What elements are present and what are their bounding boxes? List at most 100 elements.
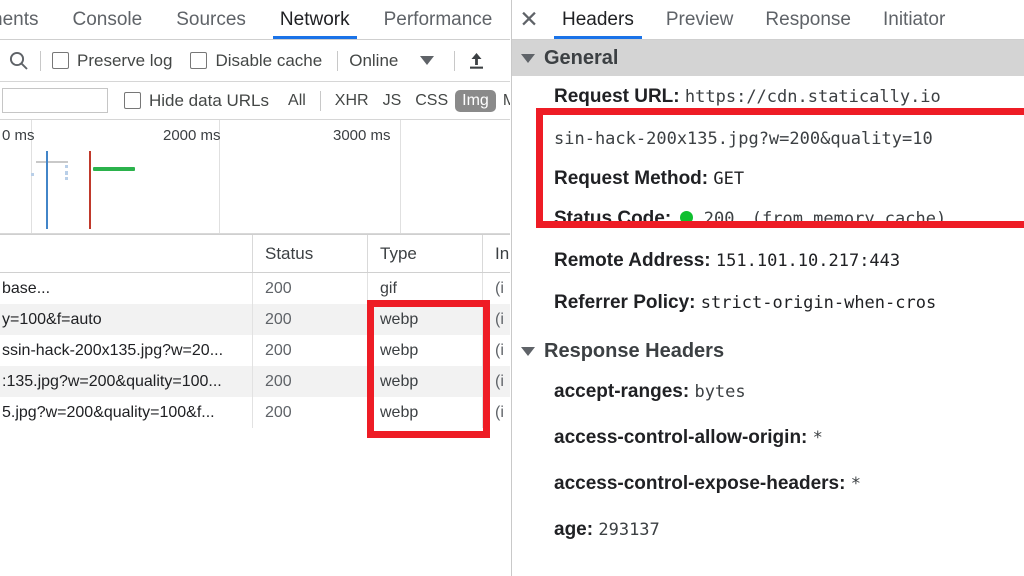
type-column-highlight [367, 300, 490, 438]
timeline-divider [400, 120, 401, 234]
toolbar-divider [40, 50, 41, 71]
tab-elements[interactable]: nents [0, 0, 55, 39]
tab-label: Performance [383, 9, 493, 30]
overview-request-tick [31, 173, 34, 176]
dom-content-loaded-line [46, 151, 48, 229]
timeline-label-2000ms: 2000 ms [163, 127, 221, 144]
tab-label: Console [72, 9, 143, 30]
tab-response[interactable]: Response [749, 0, 867, 39]
tab-initiator[interactable]: Initiator [867, 0, 961, 39]
referrer-policy-key: Referrer Policy: [554, 292, 696, 313]
checkbox-box [124, 92, 141, 109]
header-value: 293137 [598, 520, 660, 540]
preserve-log-checkbox[interactable]: Preserve log [52, 51, 172, 71]
tab-label: Response [765, 9, 851, 30]
tab-memory[interactable]: M [509, 0, 510, 39]
tab-headers[interactable]: Headers [546, 0, 650, 39]
chevron-down-icon[interactable] [420, 56, 435, 65]
network-overview-timeline[interactable]: 0 ms 2000 ms 3000 ms [0, 120, 510, 235]
detail-tabstrip: ✕ Headers Preview Response Initiator [512, 0, 1024, 40]
overview-request-tick [65, 171, 68, 175]
close-icon[interactable]: ✕ [512, 0, 546, 39]
tab-label: Network [279, 9, 350, 30]
overview-request-tick [36, 161, 68, 163]
response-header-row: accept-ranges: bytes [512, 369, 1024, 415]
tab-label: Sources [176, 9, 246, 30]
overview-request-tick [65, 165, 68, 168]
search-icon[interactable] [8, 50, 29, 71]
triangle-down-icon [521, 53, 535, 63]
network-panel: nents Console Sources Network Performanc… [0, 0, 510, 576]
tab-label: Initiator [882, 9, 946, 30]
hide-data-urls-label: Hide data URLs [149, 90, 270, 110]
cell-name: base... [2, 280, 51, 297]
network-filterbar: Hide data URLs All XHR JS CSS Img Mec [0, 82, 510, 120]
column-header-type[interactable]: Type [367, 235, 482, 272]
disable-cache-label: Disable cache [215, 50, 323, 70]
column-header-status[interactable]: Status [252, 235, 367, 272]
header-key: access-control-expose-headers: [554, 473, 846, 494]
tab-console[interactable]: Console [55, 0, 159, 39]
throttling-select[interactable]: Online [349, 51, 398, 71]
filter-type-all[interactable]: All [281, 90, 313, 112]
header-key: access-control-allow-origin: [554, 427, 808, 448]
request-detail-panel: ✕ Headers Preview Response Initiator Gen… [511, 0, 1024, 576]
triangle-down-icon [521, 346, 535, 356]
toolbar-divider [337, 50, 339, 71]
load-event-line [89, 151, 91, 229]
toolbar-divider [319, 90, 321, 111]
remote-address-row: Remote Address: 151.101.10.217:443 [512, 240, 1024, 282]
overview-baseline [0, 233, 510, 234]
header-value: * [850, 474, 861, 494]
cell-status: 200 [252, 335, 367, 366]
referrer-policy-value: strict-origin-when-cros [700, 293, 937, 313]
tab-performance[interactable]: Performance [367, 0, 510, 39]
header-value: bytes [694, 382, 746, 402]
devtools-tabstrip: nents Console Sources Network Performanc… [0, 0, 510, 40]
remote-address-value: 151.101.10.217:443 [715, 251, 901, 271]
tab-preview[interactable]: Preview [650, 0, 750, 39]
filter-type-img[interactable]: Img [455, 89, 496, 112]
tab-sources[interactable]: Sources [159, 0, 263, 39]
request-url-value: https://cdn.statically.io [684, 87, 941, 107]
table-header-row: Status Type In [0, 235, 510, 273]
tab-label: nents [0, 9, 39, 30]
hide-data-urls-checkbox[interactable]: Hide data URLs [124, 91, 269, 111]
preserve-log-label: Preserve log [77, 50, 173, 70]
tab-label: Headers [562, 9, 634, 30]
response-header-row: access-control-allow-origin: * [512, 415, 1024, 461]
column-header-name[interactable] [0, 235, 252, 272]
filter-type-js[interactable]: JS [376, 90, 409, 112]
cell-status: 200 [252, 366, 367, 397]
tab-label: Preview [665, 9, 734, 30]
response-headers-section-title: Response Headers [544, 339, 725, 362]
cell-status: 200 [252, 397, 367, 428]
header-value: * [812, 428, 823, 448]
header-key: age: [554, 519, 594, 540]
filter-type-media[interactable]: Mec [496, 90, 510, 112]
response-headers-section-header[interactable]: Response Headers [512, 333, 1024, 369]
overview-request-tick [65, 177, 68, 180]
network-toolbar: Preserve log Disable cache Online [0, 40, 510, 82]
response-header-row: age: 293137 [512, 507, 1024, 553]
timeline-label-0ms: 0 ms [2, 127, 35, 144]
checkbox-box [52, 52, 69, 69]
timeline-label-3000ms: 3000 ms [333, 127, 391, 144]
referrer-policy-row: Referrer Policy: strict-origin-when-cros [512, 282, 1024, 324]
filter-type-xhr[interactable]: XHR [328, 90, 376, 112]
tab-network[interactable]: Network [263, 0, 367, 39]
disable-cache-checkbox[interactable]: Disable cache [190, 51, 322, 71]
column-header-initiator[interactable]: In [482, 235, 510, 272]
response-header-row: access-control-expose-headers: * [512, 461, 1024, 507]
overview-request-bar [93, 167, 135, 171]
cell-status: 200 [252, 273, 367, 304]
devtools-screenshot: nents Console Sources Network Performanc… [0, 0, 1024, 576]
header-key: accept-ranges: [554, 381, 690, 402]
toolbar-divider [454, 50, 456, 71]
upload-icon[interactable] [466, 50, 487, 71]
cell-status: 200 [252, 304, 367, 335]
filter-type-css[interactable]: CSS [408, 90, 455, 112]
filter-input[interactable] [2, 88, 108, 113]
general-section-header[interactable]: General [512, 40, 1024, 76]
cell-name: y=100&f=auto [2, 311, 102, 328]
